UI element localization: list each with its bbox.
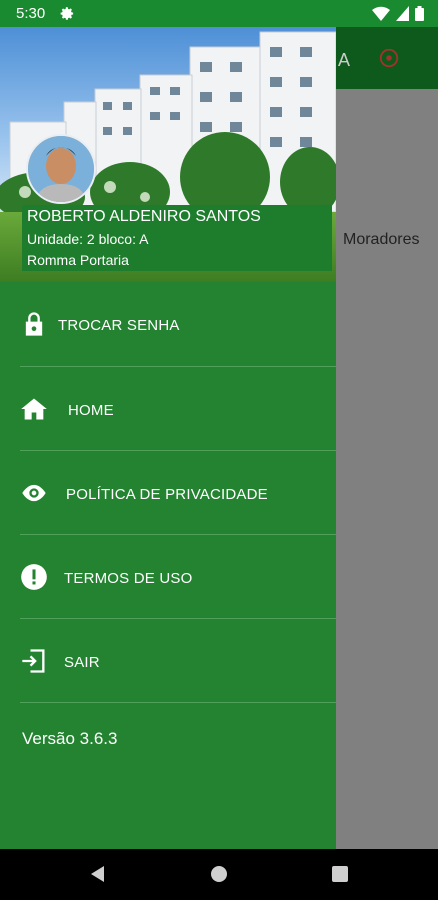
drawer-header: ROBERTO ALDENIRO SANTOS Unidade: 2 bloco… xyxy=(0,27,336,282)
user-unit: Unidade: 2 bloco: A xyxy=(27,231,149,247)
user-info-box: ROBERTO ALDENIRO SANTOS Unidade: 2 bloco… xyxy=(22,205,332,271)
eye-icon xyxy=(22,484,46,502)
user-condo: Romma Portaria xyxy=(27,252,129,268)
status-icons xyxy=(372,6,424,21)
navigation-drawer: ROBERTO ALDENIRO SANTOS Unidade: 2 bloco… xyxy=(0,27,336,849)
back-icon[interactable] xyxy=(88,864,108,884)
logout-icon xyxy=(22,649,45,673)
status-time: 5:30 xyxy=(16,5,46,22)
user-photo xyxy=(28,136,94,202)
menu-item-label: TERMOS DE USO xyxy=(64,570,193,587)
recents-icon[interactable] xyxy=(331,865,349,883)
lock-icon xyxy=(25,312,43,336)
avatar xyxy=(26,134,96,204)
gear-icon xyxy=(60,7,74,20)
home-nav-icon[interactable] xyxy=(209,864,229,884)
app-version: Versão 3.6.3 xyxy=(22,729,118,748)
menu-item-label: SAIR xyxy=(64,654,100,671)
divider xyxy=(20,702,336,703)
menu-item-home[interactable]: HOME xyxy=(0,367,336,451)
alert-icon xyxy=(21,564,47,590)
menu-item-label: HOME xyxy=(68,402,114,419)
menu-item-label: POLÍTICA DE PRIVACIDADE xyxy=(66,486,268,503)
menu-item-sair[interactable]: SAIR xyxy=(0,619,336,703)
menu-item-label: TROCAR SENHA xyxy=(58,317,180,334)
target-icon[interactable] xyxy=(378,47,400,69)
background-toolbar-title: A xyxy=(338,50,351,70)
signal-icon xyxy=(396,6,409,21)
user-name: ROBERTO ALDENIRO SANTOS xyxy=(27,208,261,225)
background-content[interactable] xyxy=(336,89,438,849)
menu-item-trocar-senha[interactable]: TROCAR SENHA xyxy=(0,282,336,366)
menu-item-termos-uso[interactable]: TERMOS DE USO xyxy=(0,535,336,619)
status-bar: 5:30 xyxy=(0,0,438,27)
home-icon xyxy=(21,398,47,420)
menu-item-politica-privacidade[interactable]: POLÍTICA DE PRIVACIDADE xyxy=(0,451,336,535)
wifi-icon xyxy=(372,6,390,21)
system-nav-bar xyxy=(0,849,438,900)
battery-icon xyxy=(415,6,424,21)
background-moradores-label: Moradores xyxy=(343,231,420,248)
